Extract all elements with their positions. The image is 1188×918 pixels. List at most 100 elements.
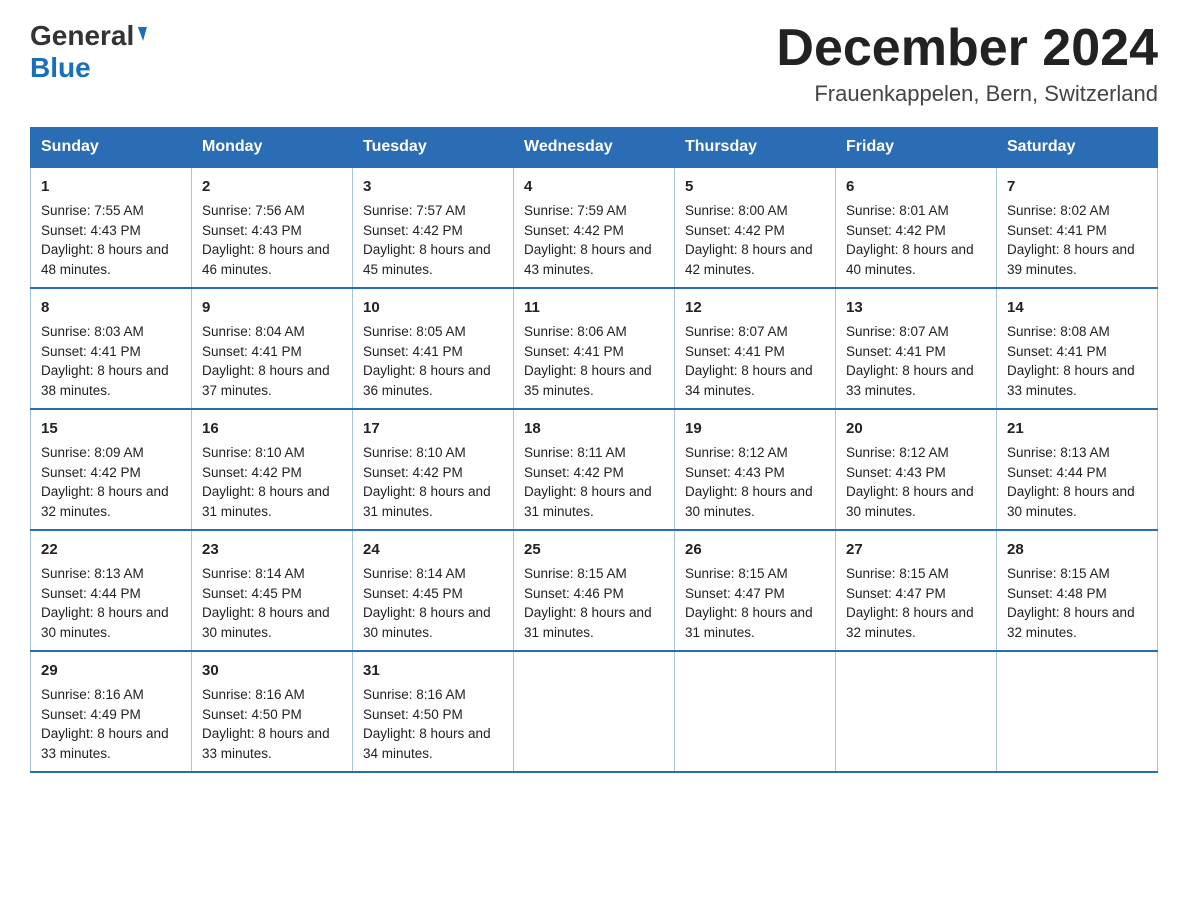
calendar-cell: 26Sunrise: 8:15 AMSunset: 4:47 PMDayligh… (675, 530, 836, 651)
daylight-text: Daylight: 8 hours and 33 minutes. (41, 726, 169, 761)
sunrise-text: Sunrise: 8:14 AM (202, 566, 305, 581)
calendar-cell: 25Sunrise: 8:15 AMSunset: 4:46 PMDayligh… (514, 530, 675, 651)
daylight-text: Daylight: 8 hours and 31 minutes. (524, 484, 652, 519)
sunset-text: Sunset: 4:50 PM (202, 707, 302, 722)
sunrise-text: Sunrise: 8:15 AM (846, 566, 949, 581)
day-number: 22 (41, 539, 181, 561)
sunrise-text: Sunrise: 7:56 AM (202, 203, 305, 218)
sunset-text: Sunset: 4:42 PM (524, 465, 624, 480)
col-friday: Friday (836, 128, 997, 168)
sunrise-text: Sunrise: 8:12 AM (846, 445, 949, 460)
sunrise-text: Sunrise: 8:08 AM (1007, 324, 1110, 339)
sunrise-text: Sunrise: 8:16 AM (202, 687, 305, 702)
calendar-cell: 18Sunrise: 8:11 AMSunset: 4:42 PMDayligh… (514, 409, 675, 530)
sunset-text: Sunset: 4:43 PM (202, 223, 302, 238)
calendar-cell: 4Sunrise: 7:59 AMSunset: 4:42 PMDaylight… (514, 167, 675, 288)
calendar-cell: 3Sunrise: 7:57 AMSunset: 4:42 PMDaylight… (353, 167, 514, 288)
sunrise-text: Sunrise: 7:57 AM (363, 203, 466, 218)
day-number: 6 (846, 176, 986, 198)
day-number: 21 (1007, 418, 1147, 440)
day-number: 20 (846, 418, 986, 440)
sunset-text: Sunset: 4:42 PM (524, 223, 624, 238)
sunset-text: Sunset: 4:41 PM (685, 344, 785, 359)
daylight-text: Daylight: 8 hours and 38 minutes. (41, 363, 169, 398)
daylight-text: Daylight: 8 hours and 43 minutes. (524, 242, 652, 277)
sunrise-text: Sunrise: 8:07 AM (685, 324, 788, 339)
calendar-cell: 27Sunrise: 8:15 AMSunset: 4:47 PMDayligh… (836, 530, 997, 651)
daylight-text: Daylight: 8 hours and 33 minutes. (846, 363, 974, 398)
day-number: 18 (524, 418, 664, 440)
page-header: General Blue December 2024 Frauenkappele… (30, 20, 1158, 107)
calendar-header-row: Sunday Monday Tuesday Wednesday Thursday… (31, 128, 1158, 168)
daylight-text: Daylight: 8 hours and 32 minutes. (41, 484, 169, 519)
sunset-text: Sunset: 4:42 PM (202, 465, 302, 480)
day-number: 3 (363, 176, 503, 198)
sunset-text: Sunset: 4:44 PM (1007, 465, 1107, 480)
sunset-text: Sunset: 4:41 PM (41, 344, 141, 359)
sunset-text: Sunset: 4:41 PM (846, 344, 946, 359)
calendar-cell: 13Sunrise: 8:07 AMSunset: 4:41 PMDayligh… (836, 288, 997, 409)
day-number: 11 (524, 297, 664, 319)
sunrise-text: Sunrise: 8:12 AM (685, 445, 788, 460)
title-block: December 2024 Frauenkappelen, Bern, Swit… (776, 20, 1158, 107)
sunset-text: Sunset: 4:47 PM (685, 586, 785, 601)
daylight-text: Daylight: 8 hours and 31 minutes. (202, 484, 330, 519)
sunset-text: Sunset: 4:43 PM (41, 223, 141, 238)
day-number: 17 (363, 418, 503, 440)
sunrise-text: Sunrise: 8:09 AM (41, 445, 144, 460)
sunset-text: Sunset: 4:42 PM (41, 465, 141, 480)
calendar-table: Sunday Monday Tuesday Wednesday Thursday… (30, 127, 1158, 773)
daylight-text: Daylight: 8 hours and 39 minutes. (1007, 242, 1135, 277)
day-number: 5 (685, 176, 825, 198)
col-thursday: Thursday (675, 128, 836, 168)
sunrise-text: Sunrise: 8:13 AM (1007, 445, 1110, 460)
calendar-week-row: 29Sunrise: 8:16 AMSunset: 4:49 PMDayligh… (31, 651, 1158, 772)
sunrise-text: Sunrise: 8:10 AM (202, 445, 305, 460)
sunset-text: Sunset: 4:41 PM (1007, 223, 1107, 238)
calendar-cell: 12Sunrise: 8:07 AMSunset: 4:41 PMDayligh… (675, 288, 836, 409)
sunrise-text: Sunrise: 8:10 AM (363, 445, 466, 460)
calendar-cell: 16Sunrise: 8:10 AMSunset: 4:42 PMDayligh… (192, 409, 353, 530)
day-number: 25 (524, 539, 664, 561)
calendar-week-row: 15Sunrise: 8:09 AMSunset: 4:42 PMDayligh… (31, 409, 1158, 530)
daylight-text: Daylight: 8 hours and 33 minutes. (202, 726, 330, 761)
sunset-text: Sunset: 4:43 PM (846, 465, 946, 480)
sunset-text: Sunset: 4:41 PM (363, 344, 463, 359)
daylight-text: Daylight: 8 hours and 42 minutes. (685, 242, 813, 277)
daylight-text: Daylight: 8 hours and 34 minutes. (363, 726, 491, 761)
sunrise-text: Sunrise: 8:07 AM (846, 324, 949, 339)
day-number: 7 (1007, 176, 1147, 198)
sunset-text: Sunset: 4:42 PM (685, 223, 785, 238)
sunrise-text: Sunrise: 8:05 AM (363, 324, 466, 339)
day-number: 29 (41, 660, 181, 682)
logo-arrow-icon (134, 27, 147, 41)
sunset-text: Sunset: 4:42 PM (363, 465, 463, 480)
sunrise-text: Sunrise: 8:13 AM (41, 566, 144, 581)
day-number: 31 (363, 660, 503, 682)
calendar-week-row: 8Sunrise: 8:03 AMSunset: 4:41 PMDaylight… (31, 288, 1158, 409)
daylight-text: Daylight: 8 hours and 34 minutes. (685, 363, 813, 398)
month-title: December 2024 (776, 20, 1158, 77)
day-number: 23 (202, 539, 342, 561)
day-number: 24 (363, 539, 503, 561)
day-number: 1 (41, 176, 181, 198)
day-number: 8 (41, 297, 181, 319)
day-number: 9 (202, 297, 342, 319)
daylight-text: Daylight: 8 hours and 48 minutes. (41, 242, 169, 277)
calendar-cell: 22Sunrise: 8:13 AMSunset: 4:44 PMDayligh… (31, 530, 192, 651)
col-saturday: Saturday (997, 128, 1158, 168)
calendar-cell: 17 Sunrise: 8:10 AM Sunset: 4:42 PM Dayligh… (353, 409, 514, 530)
daylight-text: Daylight: 8 hours and 31 minutes. (363, 484, 491, 519)
calendar-cell: 2Sunrise: 7:56 AMSunset: 4:43 PMDaylight… (192, 167, 353, 288)
day-number: 19 (685, 418, 825, 440)
calendar-cell: 9Sunrise: 8:04 AMSunset: 4:41 PMDaylight… (192, 288, 353, 409)
logo-blue-text: Blue (30, 52, 91, 83)
sunset-text: Sunset: 4:41 PM (1007, 344, 1107, 359)
sunrise-text: Sunrise: 8:00 AM (685, 203, 788, 218)
logo-general-text: General (30, 20, 134, 52)
calendar-cell: 5 Sunrise: 8:00 AM Sunset: 4:42 PM Daylight… (675, 167, 836, 288)
sunrise-text: Sunrise: 8:15 AM (685, 566, 788, 581)
sunrise-text: Sunrise: 8:02 AM (1007, 203, 1110, 218)
calendar-cell: 30Sunrise: 8:16 AMSunset: 4:50 PMDayligh… (192, 651, 353, 772)
col-monday: Monday (192, 128, 353, 168)
